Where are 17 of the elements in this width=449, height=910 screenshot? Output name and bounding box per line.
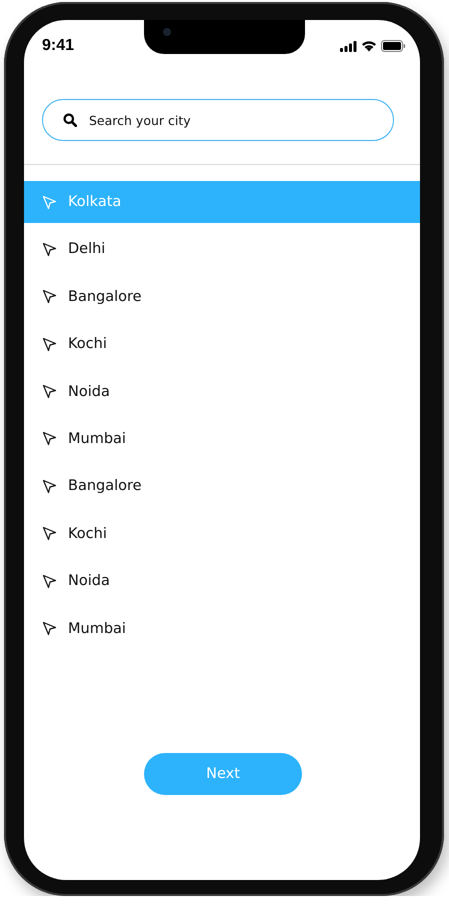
wifi-icon — [361, 40, 377, 52]
pointer-icon — [42, 384, 57, 400]
search-icon — [63, 113, 77, 127]
camera-icon — [163, 28, 171, 36]
pointer-icon — [42, 431, 57, 446]
pointer-icon — [42, 478, 57, 494]
pointer-icon — [42, 526, 57, 542]
search-field[interactable]: Search your city — [42, 99, 394, 141]
battery-icon — [381, 40, 406, 52]
pointer-icon — [42, 194, 57, 210]
pointer-icon — [42, 242, 57, 257]
pointer-icon — [42, 574, 57, 589]
pointer-icon — [42, 621, 57, 636]
status-time: 9:41 — [42, 37, 74, 55]
pointer-icon — [42, 336, 57, 352]
signal-icon — [340, 40, 357, 52]
pointer-icon — [42, 289, 57, 304]
